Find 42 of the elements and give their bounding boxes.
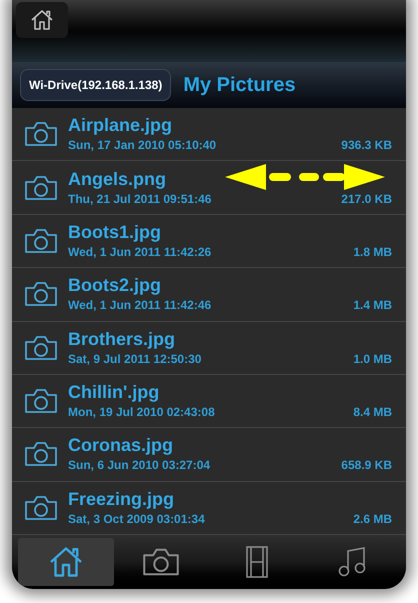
file-name: Angels.png [68,168,166,190]
file-row[interactable]: Freezing.jpg Sat, 3 Oct 2009 03:01:34 2.6 MB [12,482,406,535]
file-name: Coronas.jpg [68,434,174,456]
file-size: 1.0 MB [353,350,392,368]
file-date: Thu, 21 Jul 2011 09:51:46 [68,190,212,208]
home-icon [30,8,54,32]
file-date: Sat, 3 Oct 2009 03:01:34 [68,510,205,528]
file-date: Wed, 1 Jun 2011 11:42:46 [68,297,212,314]
camera-icon [24,174,58,201]
file-size: 8.4 MB [353,404,392,422]
camera-icon [24,441,58,468]
home-button[interactable] [16,2,68,38]
file-size: 658.9 KB [341,457,392,474]
tab-button[interactable] [18,538,114,586]
music-note-icon [337,546,368,578]
file-date: Sat, 9 Jul 2011 12:50:30 [68,350,202,368]
camera-icon [24,281,58,308]
file-name: Boots2.jpg [68,274,161,296]
file-size: 936.3 KB [341,137,392,154]
camera-icon [24,121,58,148]
film-strip-icon [244,546,269,578]
camera-icon [24,228,58,254]
location-button[interactable]: Wi-Drive(192.168.1.138) [20,69,172,101]
file-size: 1.4 MB [353,297,392,314]
camera-icon [24,388,58,414]
camera-icon [142,547,180,577]
camera-icon [24,494,58,521]
file-row[interactable]: Brothers.jpg Sat, 9 Jul 2011 12:50:30 1.0 MB [12,322,406,375]
file-date: Sun, 17 Jan 2010 05:10:40 [68,137,216,154]
page-title: My Pictures [183,73,296,98]
file-date: Wed, 1 Jun 2011 11:42:26 [68,244,212,261]
file-date: Sun, 6 Jun 2010 03:27:04 [68,457,210,474]
file-name: Freezing.jpg [68,488,174,510]
file-size: 217.0 KB [341,190,392,208]
file-name: Chillin'.jpg [68,381,160,404]
file-name: Airplane.jpg [68,114,172,136]
file-name: Brothers.jpg [68,328,176,350]
file-name: Boots1.jpg [68,220,161,243]
file-size: 1.8 MB [353,244,392,261]
camera-icon [24,334,58,361]
file-size: 2.6 MB [353,510,392,528]
file-date: Mon, 19 Jul 2010 02:43:08 [68,404,215,422]
